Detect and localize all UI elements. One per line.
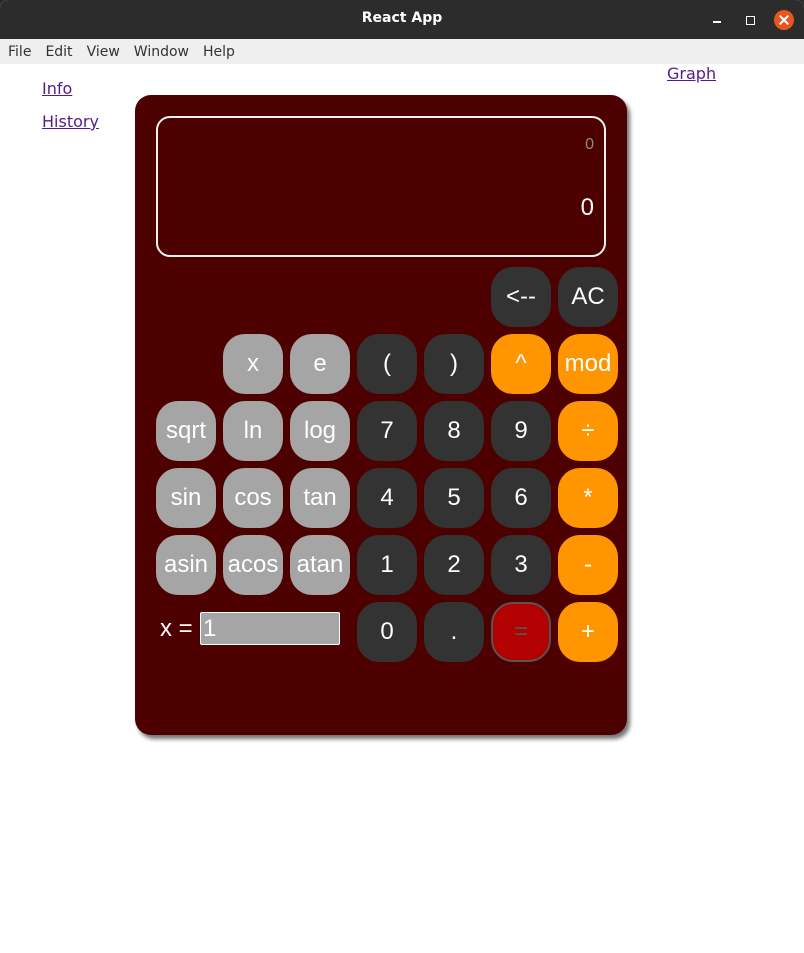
window-title: React App <box>361 10 443 26</box>
minus-button[interactable]: - <box>558 535 618 595</box>
tan-button[interactable]: tan <box>290 468 350 528</box>
close-icon <box>774 10 794 30</box>
menu-window[interactable]: Window <box>127 44 196 60</box>
maximize-icon <box>745 15 755 25</box>
close-button[interactable] <box>773 9 795 31</box>
menu-edit[interactable]: Edit <box>38 44 79 60</box>
eight-button[interactable]: 8 <box>424 401 484 461</box>
plus-button[interactable]: + <box>558 602 618 662</box>
open-paren-button[interactable]: ( <box>357 334 417 394</box>
ln-button[interactable]: ln <box>223 401 283 461</box>
calculator: 0 0 <-- AC x e ( ) ^ mod sqrt ln log 7 8… <box>135 95 627 735</box>
title-bar: React App <box>0 0 804 39</box>
expression-display: 0 <box>585 136 594 153</box>
atan-button[interactable]: atan <box>290 535 350 595</box>
multiply-button[interactable]: * <box>558 468 618 528</box>
sqrt-button[interactable]: sqrt <box>156 401 216 461</box>
history-link[interactable]: History <box>42 112 99 131</box>
x-variable-label: x = <box>160 615 193 642</box>
clear-button[interactable]: AC <box>558 267 618 327</box>
sin-button[interactable]: sin <box>156 468 216 528</box>
power-button[interactable]: ^ <box>491 334 551 394</box>
log-button[interactable]: log <box>290 401 350 461</box>
asin-button[interactable]: asin <box>156 535 216 595</box>
app-window: React App File Edit View Window Help Inf… <box>0 0 804 953</box>
display-screen: 0 0 <box>156 116 606 257</box>
two-button[interactable]: 2 <box>424 535 484 595</box>
info-link[interactable]: Info <box>42 79 72 98</box>
acos-button[interactable]: acos <box>223 535 283 595</box>
result-display: 0 <box>580 194 594 221</box>
e-button[interactable]: e <box>290 334 350 394</box>
nine-button[interactable]: 9 <box>491 401 551 461</box>
six-button[interactable]: 6 <box>491 468 551 528</box>
menu-bar: File Edit View Window Help <box>0 39 804 64</box>
menu-file[interactable]: File <box>0 44 38 60</box>
decimal-button[interactable]: . <box>424 602 484 662</box>
backspace-button[interactable]: <-- <box>491 267 551 327</box>
x-value-input[interactable] <box>200 612 340 645</box>
three-button[interactable]: 3 <box>491 535 551 595</box>
four-button[interactable]: 4 <box>357 468 417 528</box>
close-paren-button[interactable]: ) <box>424 334 484 394</box>
mod-button[interactable]: mod <box>558 334 618 394</box>
five-button[interactable]: 5 <box>424 468 484 528</box>
maximize-button[interactable] <box>739 9 761 31</box>
one-button[interactable]: 1 <box>357 535 417 595</box>
minimize-button[interactable] <box>706 9 728 31</box>
menu-help[interactable]: Help <box>196 44 242 60</box>
graph-link[interactable]: Graph <box>667 64 716 83</box>
cos-button[interactable]: cos <box>223 468 283 528</box>
x-button[interactable]: x <box>223 334 283 394</box>
divide-button[interactable]: ÷ <box>558 401 618 461</box>
zero-button[interactable]: 0 <box>357 602 417 662</box>
equals-button[interactable]: = <box>491 602 551 662</box>
minimize-icon <box>713 21 721 23</box>
menu-view[interactable]: View <box>80 44 127 60</box>
seven-button[interactable]: 7 <box>357 401 417 461</box>
